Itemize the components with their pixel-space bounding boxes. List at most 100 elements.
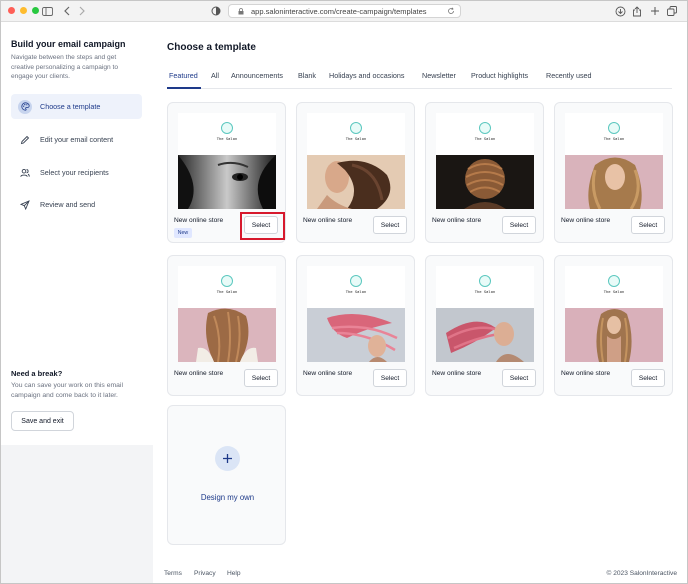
brand-name: The Salon [474,289,496,294]
step-edit-content[interactable]: Edit your email content [11,127,142,152]
template-card[interactable]: The Salon New online store Select [554,102,673,243]
template-preview: The Salon [436,266,534,362]
select-button[interactable]: Select [502,369,536,387]
tab-blank[interactable]: Blank [298,71,316,80]
step-choose-template[interactable]: Choose a template [11,94,142,119]
template-name: New online store [561,370,611,377]
page-title: Choose a template [167,42,256,53]
template-name: New online store [303,370,353,377]
template-preview: The Salon [178,266,276,362]
template-photo [436,308,534,362]
template-preview: The Salon [565,266,663,362]
select-button[interactable]: Select [373,369,407,387]
salon-logo [221,122,233,134]
salon-logo [608,275,620,287]
address-bar[interactable]: app.saloninteractive.com/create-campaign… [228,4,461,18]
tab-announcements[interactable]: Announcements [231,71,283,80]
users-icon [18,166,32,180]
step-label: Select your recipients [40,168,109,177]
campaign-sidebar: Build your email campaign Navigate betwe… [0,23,153,584]
template-card[interactable]: The Salon New online store Select [296,255,415,396]
sidebar-toggle-icon[interactable] [40,4,54,18]
salon-logo [221,275,233,287]
break-title: Need a break? [11,369,63,378]
highlight-box [240,212,285,240]
design-my-own-card[interactable]: Design my own [167,405,286,545]
template-preview: The Salon [307,113,405,209]
brand-name: The Salon [216,289,238,294]
sidebar-title: Build your email campaign [11,39,126,49]
brand-name: The Salon [345,289,367,294]
tab-overview-icon[interactable] [665,4,679,18]
select-button[interactable]: Select [502,216,536,234]
template-tabs: Featured All Announcements Blank Holiday… [167,69,672,89]
sidebar-panel: Build your email campaign Navigate betwe… [0,23,153,445]
tab-featured[interactable]: Featured [169,71,198,80]
template-preview: The Salon [178,113,276,209]
select-button[interactable]: Select [373,216,407,234]
template-name: New online store [174,370,224,377]
step-review-send[interactable]: Review and send [11,192,142,217]
window-controls [8,7,39,14]
save-and-exit-button[interactable]: Save and exit [11,411,74,431]
footer-link-help[interactable]: Help [227,570,241,577]
minimize-window-button[interactable] [20,7,27,14]
brand-name: The Salon [474,136,496,141]
plus-icon[interactable] [215,446,240,471]
template-name: New online store [432,370,482,377]
template-card[interactable]: The Salon New online store Select [554,255,673,396]
template-card[interactable]: The Salon New online store Select [296,102,415,243]
footer: Terms Privacy Help © 2023 SalonInteracti… [153,568,688,584]
salon-logo [479,122,491,134]
select-button[interactable]: Select [244,369,278,387]
template-preview: The Salon [307,266,405,362]
template-card[interactable]: The Salon New online store Select [425,102,544,243]
brand-name: The Salon [603,136,625,141]
select-button[interactable]: Select [631,216,665,234]
footer-link-terms[interactable]: Terms [164,570,182,577]
privacy-shield-icon[interactable] [209,4,223,18]
template-preview: The Salon [565,113,663,209]
pencil-icon [18,133,32,147]
break-description: You can save your work on this email cam… [11,382,123,399]
template-photo [307,155,405,209]
salon-logo [350,275,362,287]
back-icon[interactable] [60,4,74,18]
browser-toolbar: app.saloninteractive.com/create-campaign… [0,0,688,22]
palette-icon [18,99,32,114]
tab-recently-used[interactable]: Recently used [546,71,592,80]
download-icon[interactable] [613,4,627,18]
template-card[interactable]: The Salon New online store Select [425,255,544,396]
forward-icon[interactable] [75,4,89,18]
tab-holidays[interactable]: Holidays and occasions [329,71,405,80]
template-name: New online store [303,217,353,224]
salon-logo [608,122,620,134]
tab-newsletter[interactable]: Newsletter [422,71,456,80]
copyright: © 2023 SalonInteractive [606,570,677,577]
zoom-window-button[interactable] [32,7,39,14]
new-tab-icon[interactable] [648,4,662,18]
select-button[interactable]: Select [631,369,665,387]
salon-logo [479,275,491,287]
template-card[interactable]: The Salon New online store Select [167,255,286,396]
tab-product-highlights[interactable]: Product highlights [471,71,528,80]
template-name: New online store [174,217,224,224]
tab-all[interactable]: All [211,71,219,80]
lock-icon [238,8,244,17]
template-photo [178,155,276,209]
brand-name: The Salon [345,136,367,141]
template-name: New online store [561,217,611,224]
brand-name: The Salon [216,136,238,141]
template-photo [307,308,405,362]
close-window-button[interactable] [8,7,15,14]
step-label: Review and send [40,200,96,209]
footer-link-privacy[interactable]: Privacy [194,570,216,577]
step-select-recipients[interactable]: Select your recipients [11,160,142,185]
reload-icon[interactable] [447,7,455,17]
brand-name: The Salon [603,289,625,294]
template-preview: The Salon [436,113,534,209]
design-my-own-label: Design my own [200,493,255,502]
share-icon[interactable] [630,4,644,18]
url-text: app.saloninteractive.com/create-campaign… [251,6,427,16]
template-name: New online store [432,217,482,224]
